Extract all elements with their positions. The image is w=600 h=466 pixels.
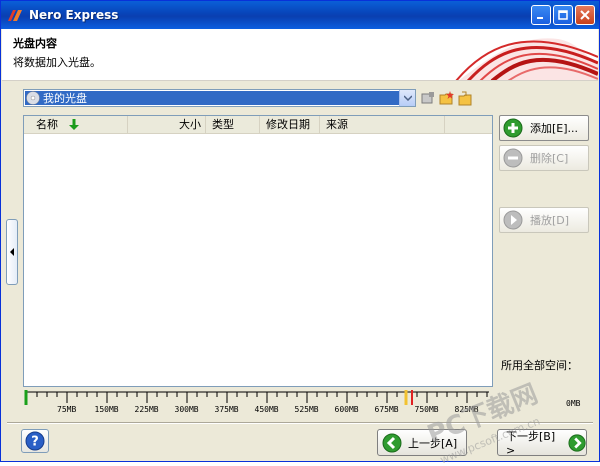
- disc-icon: [26, 91, 40, 105]
- sort-arrow-icon: [69, 119, 79, 130]
- file-list[interactable]: 名称 大小 类型 修改日期 来源: [23, 115, 493, 387]
- close-icon: [580, 10, 590, 20]
- disc-select[interactable]: 我的光盘: [23, 89, 416, 107]
- next-button-label: 下一步[B] >: [506, 430, 556, 457]
- total-space-label: 所用全部空间：: [501, 359, 578, 372]
- disc-select-value: 我的光盘: [43, 92, 87, 105]
- page-subtitle: 将数据加入光盘。: [13, 56, 101, 69]
- arrow-left-icon: [382, 433, 402, 452]
- ruler-label: 375MB: [214, 405, 239, 414]
- page-title: 光盘内容: [13, 37, 57, 50]
- help-button[interactable]: ?: [21, 429, 49, 453]
- chevron-down-icon: [403, 95, 412, 101]
- nero-logo-icon: [8, 10, 22, 21]
- ruler-label: 600MB: [334, 405, 359, 414]
- back-button[interactable]: 上一步[A]: [377, 429, 467, 456]
- column-modified[interactable]: 修改日期: [260, 116, 320, 134]
- delete-button-label: 删除[C]: [530, 152, 569, 165]
- ruler-label: 825MB: [454, 405, 479, 414]
- disc-dropdown-button[interactable]: [399, 90, 415, 106]
- nero-ribbon-graphic: [455, 38, 598, 80]
- expand-panel-tab[interactable]: [6, 219, 18, 285]
- new-folder-icon[interactable]: [439, 90, 455, 106]
- column-type[interactable]: 类型: [206, 116, 260, 134]
- arrow-right-icon: [568, 433, 586, 452]
- add-button[interactable]: 添加[E]...: [499, 115, 589, 141]
- chevron-left-icon: [10, 248, 14, 256]
- file-list-header: 名称 大小 类型 修改日期 来源: [24, 116, 492, 134]
- capacity-ruler: 75MB 150MB 225MB 300MB 375MB 450MB 525MB 600MB 6…: [23, 389, 493, 415]
- play-button-label: 播放[D]: [530, 214, 570, 227]
- close-button[interactable]: [575, 5, 595, 25]
- column-source[interactable]: 来源: [320, 116, 445, 134]
- minimize-icon: [537, 17, 543, 19]
- capacity-used-value: 0MB: [566, 399, 581, 408]
- delete-button[interactable]: 删除[C]: [499, 145, 589, 171]
- column-size[interactable]: 大小: [128, 116, 206, 134]
- ruler-label: 300MB: [174, 405, 199, 414]
- file-list-scroll-area[interactable]: [476, 134, 492, 386]
- disc-properties-icon[interactable]: [420, 90, 436, 106]
- ruler-label: 750MB: [414, 405, 439, 414]
- ruler-label: 675MB: [374, 405, 399, 414]
- nero-express-window: Nero Express 光盘内容 将数据加入光盘。 我的光盘 名称 大小 类型…: [0, 0, 600, 466]
- ruler-label: 525MB: [294, 405, 319, 414]
- wizard-header: 光盘内容 将数据加入光盘。: [2, 29, 598, 81]
- play-button[interactable]: 播放[D]: [499, 207, 589, 233]
- help-icon: ?: [25, 431, 45, 451]
- play-icon: [503, 210, 523, 230]
- maximize-button[interactable]: [553, 5, 573, 25]
- capacity-ruler-ticks: [24, 390, 489, 405]
- ruler-label: 450MB: [254, 405, 279, 414]
- folder-up-icon[interactable]: [458, 90, 474, 106]
- ruler-label: 150MB: [94, 405, 119, 414]
- title-bar[interactable]: Nero Express: [1, 1, 599, 29]
- add-button-label: 添加[E]...: [530, 122, 579, 135]
- back-button-label: 上一步[A]: [408, 436, 458, 450]
- ruler-label: 225MB: [134, 405, 159, 414]
- window-title: Nero Express: [29, 8, 119, 22]
- column-name[interactable]: 名称: [24, 116, 128, 134]
- ruler-label: 75MB: [57, 405, 77, 414]
- next-button[interactable]: 下一步[B] >: [497, 429, 587, 457]
- footer-separator: [7, 422, 593, 424]
- add-icon: [503, 118, 523, 138]
- maximize-icon: [558, 10, 568, 20]
- delete-icon: [503, 148, 523, 168]
- minimize-button[interactable]: [531, 5, 551, 25]
- svg-text:?: ?: [31, 435, 39, 450]
